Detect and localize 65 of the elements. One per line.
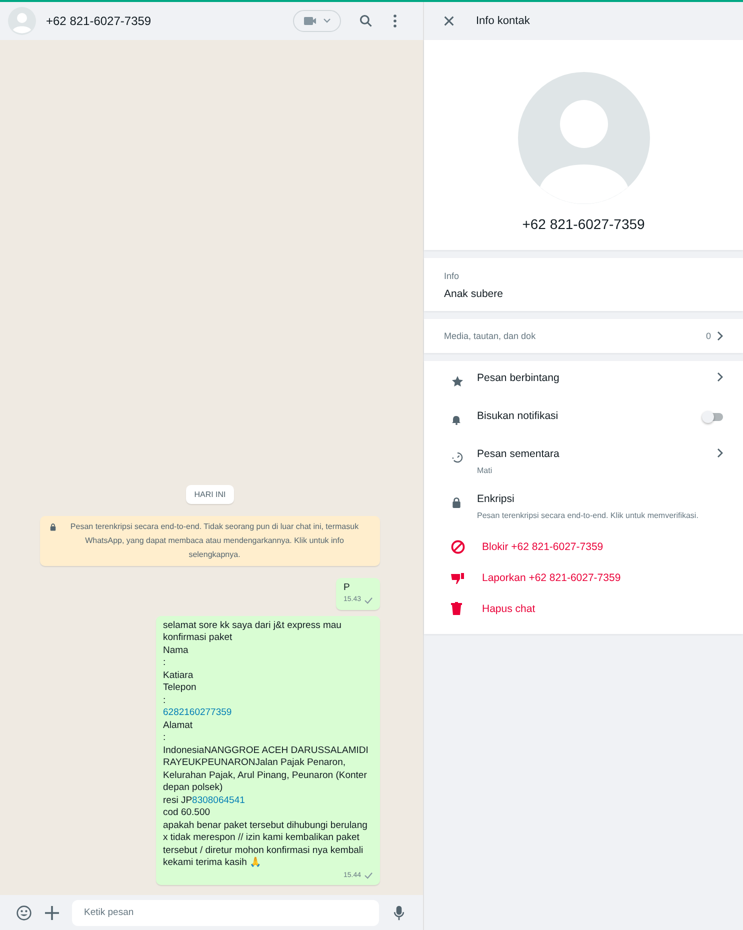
message-text: selamat sore kk saya dari j&t express mau konfirmasi paket <box>163 620 342 643</box>
danger-action[interactable]: Hapus chat <box>424 593 743 624</box>
panel-title: Info kontak <box>476 15 530 27</box>
settings-row[interactable]: Bisukan notifikasi <box>424 403 743 441</box>
check-icon <box>364 596 373 604</box>
thumbs-down-icon <box>451 572 465 584</box>
message-text: IndonesiaNANGGROE ACEH DARUSSALAMIDI RAYEUKPEUNARONJalan Pajak Penaron, Kelurahan Pajak, Arul Pinang, Peunaron (Konter depan polsek) <box>163 744 368 793</box>
trash-icon <box>451 602 462 615</box>
message-text: resi JP <box>163 794 192 806</box>
settings-label: Enkripsi <box>477 493 516 505</box>
avatar-icon <box>518 72 650 204</box>
phone-link[interactable]: 8308064541 <box>192 794 245 806</box>
notice-text: Pesan terenkripsi secara end-to-end. Tidak seorang pun di luar chat ini, termasuk WhatsApp, yang dapat membaca atau mendengarkannya. Klik untuk info selengkapnya. <box>69 520 360 561</box>
action-label: Blokir +62 821-6027-7359 <box>482 541 604 553</box>
message-text: Nama <box>163 644 188 656</box>
message-text: P <box>343 582 350 592</box>
message-text: Alamat <box>163 720 193 730</box>
media-row[interactable]: Media, tautan, dan dok 0 <box>424 319 743 353</box>
star-icon <box>452 376 463 387</box>
settings-label: Pesan sementara <box>477 448 560 460</box>
settings-subtitle: Pesan terenkripsi secara end-to-end. Klik untuk memverifikasi. <box>477 510 700 522</box>
close-icon[interactable] <box>444 16 454 26</box>
message-text: Telepon <box>163 682 196 693</box>
block-icon <box>451 540 465 554</box>
bell-icon <box>452 415 461 425</box>
message-text: apakah benar paket tersebut dihubungi berulang x tidak merespon // izin kami kembalikan paket tersebut / diretur mohon konfirmasi nya kembali kekami terima kasih 🙏 <box>163 820 368 868</box>
settings-subtitle: Mati <box>477 465 494 477</box>
lock-icon <box>452 497 461 508</box>
chevron-icon <box>717 331 723 341</box>
media-count: 0 <box>706 331 711 341</box>
about-label: Info <box>444 271 460 281</box>
danger-action[interactable]: Laporkan +62 821-6027-7359 <box>424 563 743 593</box>
plus-icon[interactable] <box>44 904 60 920</box>
contact-name: +62 821-6027-7359 <box>522 216 645 232</box>
danger-action[interactable]: Blokir +62 821-6027-7359 <box>424 531 743 563</box>
about-text: Anak subere <box>444 288 504 300</box>
settings-row[interactable]: Pesan berbintang <box>424 365 743 403</box>
action-label: Hapus chat <box>482 602 536 614</box>
message-text: : <box>163 694 166 706</box>
settings-label: Pesan berbintang <box>477 372 560 384</box>
date-chip: HARI INI <box>186 484 234 504</box>
message-input[interactable]: Ketik pesan <box>72 900 379 926</box>
settings-row[interactable]: Enkripsi Pesan terenkripsi secara end-to-end. Klik untuk memverifikasi. <box>424 486 743 531</box>
message-text: : <box>163 657 166 668</box>
check-icon <box>364 872 373 880</box>
microphone-icon[interactable] <box>391 904 407 920</box>
search-icon[interactable] <box>359 14 373 28</box>
settings-row[interactable]: Pesan sementara Mati <box>424 441 743 486</box>
phone-link[interactable]: 6282160277359 <box>163 707 232 718</box>
lock-icon <box>50 522 56 530</box>
menu-icon[interactable] <box>393 14 397 28</box>
encryption-notice[interactable]: Pesan terenkripsi secara end-to-end. Tidak seorang pun di luar chat ini, termasuk WhatsApp, yang dapat membaca atau mendengarkannya. Klik untuk info selengkapnya. <box>40 516 380 566</box>
video-call-button[interactable] <box>293 10 341 32</box>
chevron-icon <box>717 448 723 458</box>
action-label: Laporkan +62 821-6027-7359 <box>482 572 621 584</box>
settings-label: Bisukan notifikasi <box>477 410 560 422</box>
message-text: : <box>163 732 166 743</box>
timer-icon <box>452 452 463 463</box>
message-text: cod 60.500 <box>163 807 210 818</box>
emoji-icon[interactable] <box>16 904 32 920</box>
media-label: Media, tautan, dan dok <box>444 331 537 341</box>
mute-toggle[interactable] <box>703 413 723 421</box>
message-text: Katiara <box>163 670 194 680</box>
video-camera-icon <box>302 15 332 27</box>
chevron-icon <box>717 372 723 382</box>
